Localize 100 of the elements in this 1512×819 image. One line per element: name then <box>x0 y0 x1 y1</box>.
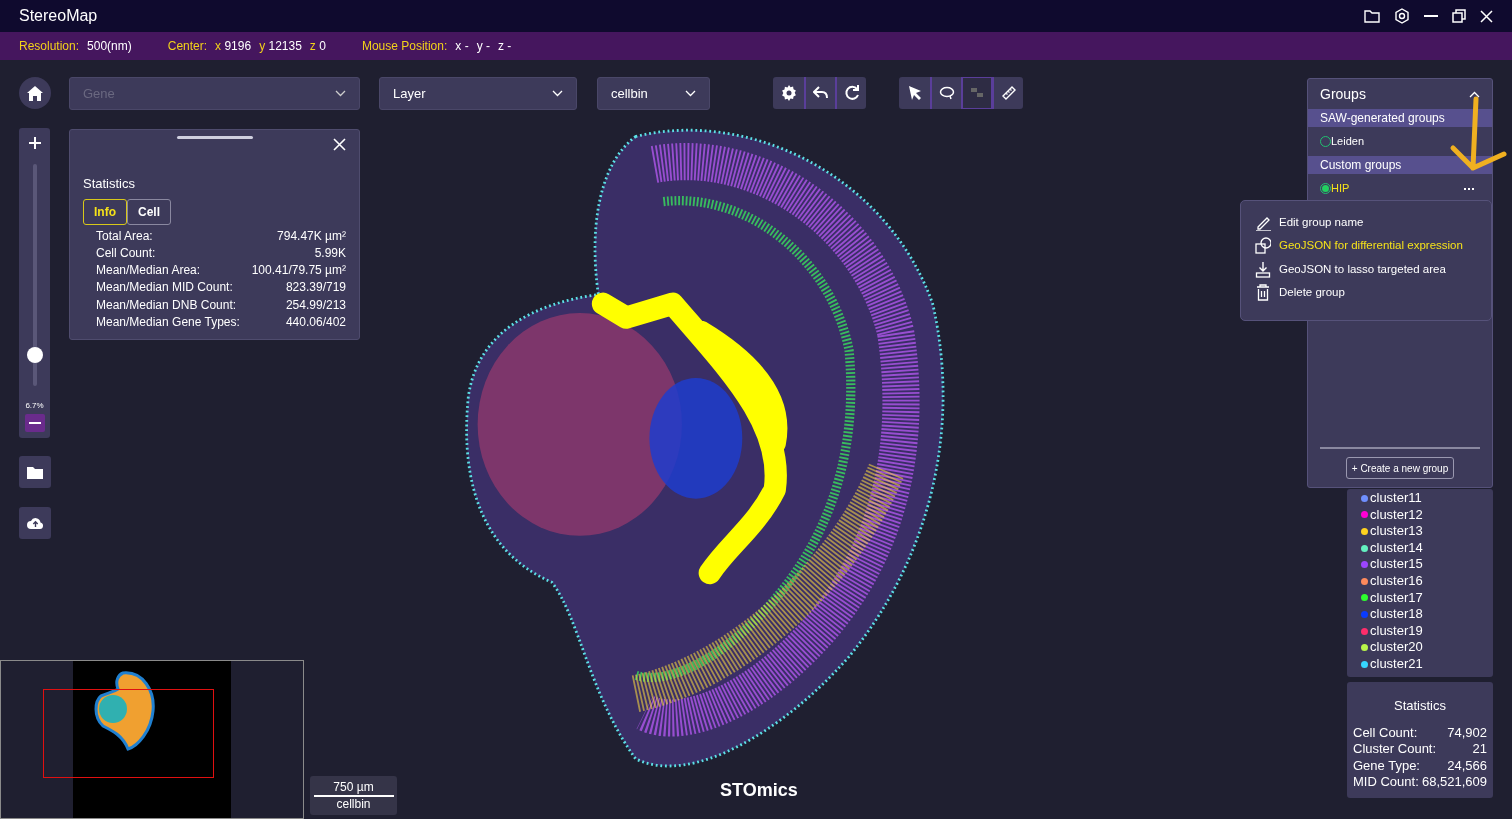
zoom-slider-thumb[interactable] <box>26 346 43 363</box>
stat-label: Cell Count: <box>1353 724 1418 742</box>
close-icon[interactable] <box>333 138 346 151</box>
lasso-button[interactable] <box>930 77 961 109</box>
menu-item[interactable]: Edit group name <box>1255 213 1477 232</box>
stat-value: 100.41/79.75 µm² <box>251 262 346 280</box>
group-section-header[interactable]: SAW-generated groups <box>1308 109 1492 127</box>
stat-value: 5.99K <box>314 244 346 262</box>
stat-label: Mean/Median Gene Types: <box>96 314 240 331</box>
info-value: x 9196 <box>215 38 252 55</box>
legend-label[interactable]: cluster20 <box>1370 639 1423 656</box>
undo-button[interactable] <box>804 77 835 109</box>
legend-label[interactable]: cluster11 <box>1370 490 1422 507</box>
legend-label[interactable]: cluster18 <box>1370 606 1423 623</box>
stat-label: MID Count: <box>1353 774 1419 791</box>
info-value: z 0 <box>309 38 326 55</box>
maximize-icon[interactable] <box>1452 9 1466 23</box>
bin-dropdown[interactable]: cellbin <box>597 77 710 110</box>
pointer-icon <box>906 85 923 101</box>
radio-icon <box>1320 183 1331 194</box>
info-value: y - <box>476 38 490 55</box>
group-section-header[interactable]: Custom groups <box>1308 156 1492 174</box>
canvas-logo: STOmics <box>720 779 798 802</box>
scale-distance: 750 µm <box>333 779 374 795</box>
stat-label: Cluster Count: <box>1353 741 1437 758</box>
chevron-down-icon <box>552 90 563 97</box>
stat-value: 74,902 <box>1447 724 1487 742</box>
legend-label[interactable]: cluster13 <box>1370 523 1423 540</box>
stat-label: Mean/Median DNB Count: <box>96 296 237 314</box>
folder-icon[interactable] <box>1364 9 1380 23</box>
stat-value: 68,521,609 <box>1421 774 1487 791</box>
redo-icon <box>843 85 860 101</box>
legend-label[interactable]: cluster15 <box>1370 556 1423 573</box>
undo-icon <box>812 85 829 101</box>
panel-title: Statistics <box>1393 698 1447 715</box>
bin-value: cellbin <box>611 84 648 103</box>
legend-label[interactable]: cluster14 <box>1370 539 1423 557</box>
info-value: y 12135 <box>259 38 302 55</box>
stat-label: Mean/Median Area: <box>96 262 201 280</box>
layer-dropdown[interactable]: Layer <box>379 77 577 110</box>
chevron-down-icon <box>685 90 696 97</box>
minimize-icon[interactable] <box>1424 14 1438 18</box>
home-icon <box>27 85 43 101</box>
menu-item[interactable]: Delete group <box>1255 283 1477 302</box>
settings-button[interactable] <box>773 77 804 109</box>
pointer-button[interactable] <box>899 77 930 109</box>
info-label: Resolution: <box>19 38 80 55</box>
stat-value: 794.47K µm² <box>277 227 346 245</box>
stat-label: Cell Count: <box>96 244 156 262</box>
scale-mode: cellbin <box>336 796 371 812</box>
zoom-out-button[interactable] <box>24 414 45 432</box>
legend-label[interactable]: cluster17 <box>1370 589 1423 607</box>
ruler-button[interactable] <box>992 77 1023 109</box>
download-icon <box>1255 260 1271 278</box>
cloud-upload-button[interactable] <box>19 507 51 539</box>
settings-icon <box>780 85 797 101</box>
legend-label[interactable]: cluster19 <box>1370 622 1423 640</box>
panel-title: Groups <box>1320 84 1366 104</box>
stat-value: 21 <box>1472 741 1487 758</box>
stat-value: 823.39/719 <box>285 279 346 297</box>
chevron-up-icon[interactable] <box>1469 90 1480 98</box>
window-title: StereoMap <box>19 6 98 26</box>
legend-label[interactable]: cluster16 <box>1370 572 1423 590</box>
layer-value: Layer <box>393 84 426 103</box>
info-label: Center: <box>167 38 208 55</box>
close-icon[interactable] <box>1480 9 1493 23</box>
minimap[interactable] <box>0 660 304 819</box>
settings-icon[interactable] <box>1394 8 1410 24</box>
open-folder-button[interactable] <box>19 456 51 488</box>
menu-item[interactable]: GeoJSON to lasso targeted area <box>1255 260 1477 279</box>
create-group-button[interactable]: + Create a new group <box>1345 457 1455 479</box>
ruler-icon <box>1000 85 1017 101</box>
redo-button[interactable] <box>835 77 866 109</box>
legend-label[interactable]: cluster12 <box>1370 506 1423 524</box>
cloud-upload-icon <box>26 517 44 529</box>
chevron-down-icon <box>335 90 346 97</box>
info-value: 500(nm) <box>87 38 132 55</box>
stat-value: 24,566 <box>1447 757 1487 775</box>
tab[interactable]: Info <box>83 198 127 225</box>
stat-value: 440.06/402 <box>285 314 346 331</box>
group-name: Leiden <box>1331 134 1365 150</box>
viewport-frame[interactable] <box>43 689 214 778</box>
stat-value: 254.99/213 <box>285 296 346 314</box>
legend-label[interactable]: cluster21 <box>1370 655 1423 673</box>
zoom-reading: 6.7% <box>25 400 44 412</box>
group-row[interactable]: Leiden <box>1308 127 1492 156</box>
drag-handle[interactable] <box>176 136 253 139</box>
stat-label: Mean/Median MID Count: <box>96 279 233 297</box>
more-icon[interactable] <box>1464 187 1474 190</box>
plus-icon <box>28 137 41 149</box>
home-button[interactable] <box>19 77 51 109</box>
info-value: z - <box>497 38 512 55</box>
lasso-icon <box>938 85 955 101</box>
group-row[interactable]: HIP <box>1308 174 1492 203</box>
folder-icon <box>27 465 43 479</box>
menu-item[interactable]: GeoJSON for differential expression <box>1255 236 1477 255</box>
info-value: x - <box>455 38 469 55</box>
panel-title: Statistics <box>83 175 136 193</box>
minus-icon <box>28 422 41 424</box>
tab[interactable]: Cell <box>127 198 171 225</box>
